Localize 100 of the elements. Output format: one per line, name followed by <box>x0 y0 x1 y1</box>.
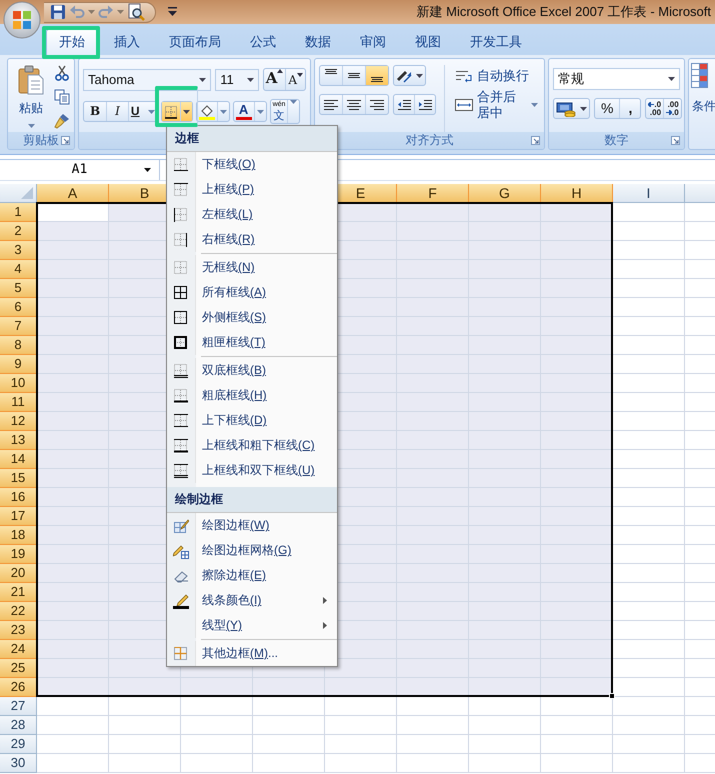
shrink-font-button[interactable]: A <box>286 69 305 90</box>
row-header[interactable]: 7 <box>0 317 37 336</box>
row-header[interactable]: 3 <box>0 241 37 260</box>
column-header[interactable]: F <box>397 184 469 203</box>
grow-font-button[interactable]: A <box>264 69 286 90</box>
row-header[interactable]: 1 <box>0 203 37 222</box>
dialog-launcher-icon[interactable] <box>531 136 540 145</box>
menu-item[interactable]: 线型(Y) <box>167 613 337 638</box>
row-header[interactable]: 27 <box>0 697 37 716</box>
menu-item[interactable]: 外侧框线(S) <box>167 305 337 330</box>
row-header[interactable]: 23 <box>0 621 37 640</box>
menu-item[interactable]: 上框线和双下框线(U) <box>167 458 337 483</box>
row-header[interactable]: 12 <box>0 412 37 431</box>
row-header[interactable]: 19 <box>0 545 37 564</box>
bold-button[interactable]: B <box>84 102 108 121</box>
dialog-launcher-icon[interactable] <box>61 136 70 145</box>
column-header[interactable]: I <box>613 184 685 203</box>
row-header[interactable]: 6 <box>0 298 37 317</box>
row-header[interactable]: 24 <box>0 640 37 659</box>
print-preview-icon[interactable] <box>127 3 145 21</box>
borders-dropdown[interactable] <box>180 102 192 121</box>
menu-item[interactable]: 双底框线(B) <box>167 358 337 383</box>
row-header[interactable]: 4 <box>0 260 37 279</box>
font-color-button[interactable]: A <box>234 102 255 121</box>
name-box[interactable]: A1 <box>0 160 160 180</box>
ribbon-tab[interactable]: 审阅 <box>347 29 399 55</box>
menu-item[interactable]: 绘图边框网格(G) <box>167 538 337 563</box>
row-header[interactable]: 13 <box>0 431 37 450</box>
menu-item[interactable]: 上下框线(D) <box>167 408 337 433</box>
comma-button[interactable]: , <box>620 99 640 118</box>
number-format-combobox[interactable]: 常规 <box>553 68 680 90</box>
row-header[interactable]: 8 <box>0 336 37 355</box>
brush-icon[interactable] <box>54 113 70 129</box>
row-header[interactable]: 20 <box>0 564 37 583</box>
grid-cell <box>397 507 469 526</box>
row-header[interactable]: 15 <box>0 469 37 488</box>
fill-color-button[interactable] <box>196 102 218 121</box>
menu-item[interactable]: 下框线(O) <box>167 152 337 177</box>
menu-item[interactable]: 其他边框(M)... <box>167 641 337 666</box>
underline-button[interactable]: U <box>128 102 157 121</box>
ribbon-tab[interactable]: 开发工具 <box>457 29 535 55</box>
paste-button[interactable]: 粘贴 <box>12 65 50 132</box>
row-header[interactable]: 9 <box>0 355 37 374</box>
column-header[interactable]: G <box>469 184 541 203</box>
grid-cell <box>469 317 541 336</box>
font-size-combobox[interactable]: 11 <box>215 68 259 90</box>
ribbon-tab[interactable]: 视图 <box>402 29 454 55</box>
menu-item[interactable]: 所有框线(A) <box>167 280 337 305</box>
row-header[interactable]: 29 <box>0 735 37 754</box>
ribbon-tab[interactable]: 公式 <box>237 29 289 55</box>
row-header[interactable]: 11 <box>0 393 37 412</box>
borders-button[interactable] <box>162 102 181 121</box>
row-header[interactable]: 21 <box>0 583 37 602</box>
column-header[interactable]: H <box>541 184 613 203</box>
menu-item[interactable]: 线条颜色(I) <box>167 588 337 613</box>
row-header[interactable]: 22 <box>0 602 37 621</box>
grid-cell <box>397 393 469 412</box>
menu-item[interactable]: 擦除边框(E) <box>167 563 337 588</box>
ribbon-tab[interactable]: 页面布局 <box>156 29 234 55</box>
column-header[interactable]: A <box>37 184 109 203</box>
ribbon-tab[interactable]: 数据 <box>292 29 344 55</box>
customize-icon[interactable] <box>168 7 177 17</box>
row-header[interactable]: 26 <box>0 678 37 697</box>
grid-cell <box>37 716 109 735</box>
row-header[interactable]: 18 <box>0 526 37 545</box>
row-header[interactable]: 30 <box>0 754 37 773</box>
italic-button[interactable]: I <box>107 102 129 121</box>
menu-item[interactable]: 左框线(L) <box>167 202 337 227</box>
row-header[interactable]: 25 <box>0 659 37 678</box>
dialog-launcher-icon[interactable] <box>671 136 680 145</box>
phonetic-dropdown[interactable] <box>288 100 300 104</box>
menu-item[interactable]: 无框线(N) <box>167 255 337 280</box>
menu-item[interactable]: 绘图边框(W) <box>167 513 337 538</box>
fill-handle[interactable] <box>609 693 615 699</box>
row-header[interactable]: 5 <box>0 279 37 298</box>
bottom-align-button[interactable] <box>366 66 388 85</box>
scissors-icon[interactable] <box>54 65 70 81</box>
row-header[interactable]: 28 <box>0 716 37 735</box>
percent-button[interactable]: % <box>595 99 620 118</box>
grid-cell <box>109 754 181 773</box>
menu-item[interactable]: 粗底框线(H) <box>167 383 337 408</box>
caret-icon <box>256 110 264 114</box>
row-header[interactable]: 16 <box>0 488 37 507</box>
menu-item[interactable]: 粗匣框线(T) <box>167 330 337 355</box>
row-header[interactable]: 14 <box>0 450 37 469</box>
grid-cell <box>541 526 613 545</box>
copy-icon[interactable] <box>54 89 70 105</box>
decrease-decimal-button[interactable]: .00 .0 <box>664 99 681 118</box>
caret-icon <box>580 106 587 110</box>
grid-cell <box>469 716 541 735</box>
row-header[interactable]: 2 <box>0 222 37 241</box>
ribbon-tab[interactable]: 插入 <box>101 29 153 55</box>
menu-item[interactable]: 右框线(R) <box>167 227 337 252</box>
menu-item[interactable]: 上框线和粗下框线(C) <box>167 433 337 458</box>
save-icon[interactable] <box>50 4 66 20</box>
row-header[interactable]: 17 <box>0 507 37 526</box>
wrap-text-button[interactable]: 自动换行 <box>452 65 540 86</box>
row-header[interactable]: 10 <box>0 374 37 393</box>
increase-decimal-button[interactable]: .0 .00 <box>646 99 664 118</box>
font-name-combobox[interactable]: Tahoma <box>83 68 212 90</box>
